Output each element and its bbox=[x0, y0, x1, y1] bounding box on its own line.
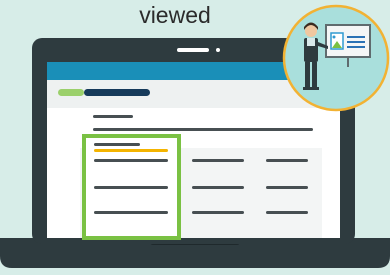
col2-row-line-1 bbox=[192, 159, 244, 162]
tag-navy bbox=[84, 89, 150, 96]
highlight-row-line-1 bbox=[94, 159, 168, 162]
heading-line-long bbox=[93, 128, 313, 131]
col3-row-line-3 bbox=[266, 211, 308, 214]
webcam-bar bbox=[177, 48, 209, 52]
highlight-row-line-3 bbox=[94, 211, 168, 214]
tag-green bbox=[58, 89, 84, 96]
col3-row-line-1 bbox=[266, 159, 308, 162]
webcam-dot-icon bbox=[216, 48, 220, 52]
laptop-illustration bbox=[0, 4, 390, 268]
col2-row-line-2 bbox=[192, 186, 244, 189]
highlight-underline bbox=[94, 149, 168, 152]
presenter-icon bbox=[282, 4, 390, 112]
highlight-title-line bbox=[94, 143, 140, 146]
heading-line-short bbox=[93, 115, 133, 118]
highlight-row-line-2 bbox=[94, 186, 168, 189]
col2-row-line-3 bbox=[192, 211, 244, 214]
col3-row-line-2 bbox=[266, 186, 308, 189]
